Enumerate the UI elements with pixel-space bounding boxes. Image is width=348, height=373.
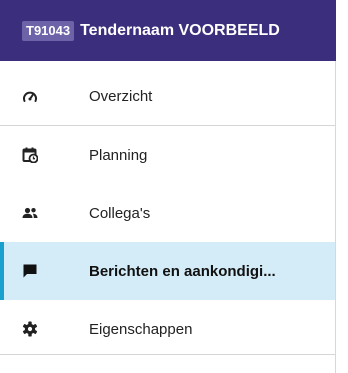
nav-item-label: Eigenschappen bbox=[89, 320, 193, 338]
nav-item-label: Planning bbox=[89, 146, 148, 164]
gear-icon bbox=[22, 321, 38, 337]
tender-header: T91043 Tendernaam VOORBEELD bbox=[0, 0, 336, 61]
divider bbox=[0, 354, 336, 355]
tender-name: Tendernaam VOORBEELD bbox=[80, 21, 280, 39]
nav-item-label: Collega's bbox=[89, 204, 151, 222]
people-icon bbox=[22, 205, 38, 221]
nav-item-overzicht[interactable]: Overzicht bbox=[0, 68, 335, 126]
nav-item-planning[interactable]: Planning bbox=[0, 126, 335, 184]
tender-nav-menu: Overzicht Planning Collega's Berichten e… bbox=[0, 68, 335, 358]
speedometer-icon bbox=[22, 89, 38, 105]
tender-code-badge: T91043 bbox=[22, 20, 75, 41]
nav-item-collegas[interactable]: Collega's bbox=[0, 184, 335, 242]
nav-item-label: Berichten en aankondigi... bbox=[89, 262, 276, 280]
tender-nav-panel: T91043 Tendernaam VOORBEELD Overzicht Pl… bbox=[0, 0, 336, 373]
nav-item-berichten[interactable]: Berichten en aankondigi... bbox=[0, 242, 335, 300]
message-icon bbox=[22, 263, 38, 279]
nav-item-label: Overzicht bbox=[89, 88, 153, 105]
calendar-clock-icon bbox=[22, 147, 38, 163]
nav-item-eigenschappen[interactable]: Eigenschappen bbox=[0, 300, 335, 358]
